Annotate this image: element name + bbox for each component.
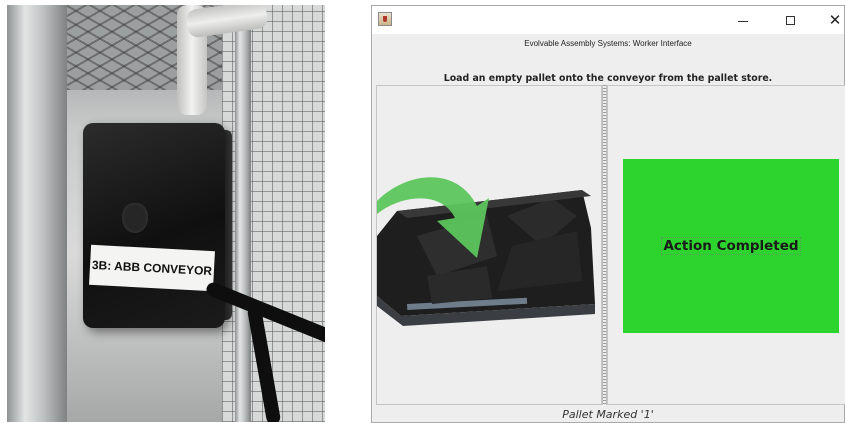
- instruction-text: Load an empty pallet onto the conveyor f…: [443, 73, 773, 84]
- status-panel: Action Completed: [607, 85, 845, 405]
- maximize-button[interactable]: [767, 6, 813, 34]
- action-status-box: Action Completed: [623, 159, 839, 333]
- java-cup-icon[interactable]: [378, 12, 392, 26]
- device-label: 3B: ABB CONVEYOR: [89, 244, 215, 292]
- pallet-image: [377, 177, 595, 326]
- title-bar: ✕: [372, 6, 844, 34]
- photo-rail-right: [235, 5, 251, 422]
- device-photo: 3B: ABB CONVEYOR: [7, 5, 325, 422]
- photo-rail-left: [7, 5, 67, 422]
- maximize-icon: [785, 15, 795, 25]
- close-icon: ✕: [828, 10, 842, 29]
- window-title: Evolvable Assembly Systems: Worker Inter…: [524, 39, 692, 48]
- action-status-text: Action Completed: [661, 237, 801, 255]
- image-panel: [376, 85, 602, 405]
- minimize-button[interactable]: [720, 6, 766, 34]
- raspberry-logo-icon: [122, 203, 148, 233]
- action-status-wrapper: Action Completed: [623, 237, 839, 255]
- photo-device-case: [83, 123, 225, 328]
- close-button[interactable]: ✕: [812, 6, 845, 34]
- minimize-icon: [738, 20, 748, 22]
- pallet-status-text: Pallet Marked '1': [562, 408, 654, 421]
- worker-interface-window: ✕ Evolvable Assembly Systems: Worker Int…: [371, 5, 845, 423]
